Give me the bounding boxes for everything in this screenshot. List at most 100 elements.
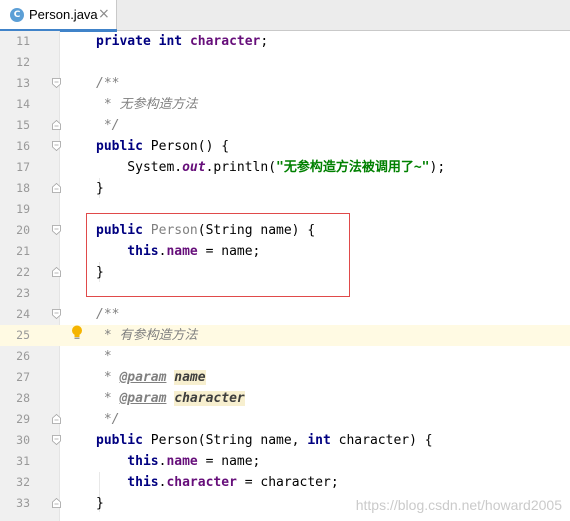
code-token: int [307, 433, 331, 448]
fold-marker-icon[interactable] [52, 498, 61, 508]
code-token: "无参构造方法被调用了~" [276, 160, 430, 175]
code-token: /** [96, 76, 120, 91]
code-token: * [96, 370, 120, 385]
line-number: 14 [16, 97, 30, 111]
code-line[interactable]: 27 * @param name [0, 367, 570, 388]
fold-marker-icon[interactable] [52, 309, 61, 319]
code-token: character [166, 475, 237, 490]
code-token: this [96, 454, 159, 469]
code-token: } [96, 496, 104, 511]
fold-marker-icon[interactable] [52, 183, 61, 193]
line-number: 12 [16, 55, 30, 69]
line-number: 18 [16, 181, 30, 195]
line-number: 33 [16, 496, 30, 510]
code-text: */ [96, 115, 120, 136]
code-text: this.name = name; [96, 451, 260, 472]
java-class-icon: C [10, 8, 24, 22]
line-number: 25 [0, 325, 30, 346]
line-number: 30 [16, 433, 30, 447]
fold-marker-icon[interactable] [52, 225, 61, 235]
line-number: 20 [16, 223, 30, 237]
code-token: Person() { [142, 139, 230, 154]
code-token: .println( [205, 160, 277, 175]
tab-title: Person.java [29, 7, 98, 22]
line-number: 13 [16, 76, 30, 90]
code-line[interactable]: 13 /** [0, 73, 570, 94]
line-number: 15 [16, 118, 30, 132]
code-line[interactable]: 24 /** [0, 304, 570, 325]
code-text: /** [96, 73, 119, 94]
code-token: this [96, 475, 159, 490]
watermark: https://blog.csdn.net/howard2005 [355, 497, 562, 513]
code-text: System.out.println("无参构造方法被调用了~"); [96, 157, 445, 178]
code-token: out [182, 160, 206, 175]
code-token: @param [119, 370, 167, 385]
line-number: 16 [16, 139, 30, 153]
code-token: * 无参构造方法 [96, 97, 198, 112]
code-token: public [96, 139, 143, 154]
line-number: 21 [16, 244, 30, 258]
code-line[interactable]: 18} [0, 178, 570, 199]
code-line[interactable]: 28 * @param character [0, 388, 570, 409]
tab-person-java[interactable]: C Person.java × [0, 0, 117, 32]
code-line[interactable]: 12 [0, 52, 570, 73]
lightbulb-icon[interactable] [71, 325, 83, 340]
code-token: character) { [330, 433, 433, 448]
close-icon[interactable]: × [98, 6, 110, 22]
code-line[interactable]: 30 public Person(String name, int charact… [0, 430, 570, 451]
code-token: int [158, 34, 183, 49]
code-line[interactable]: 11 private int character; [0, 31, 570, 52]
code-line[interactable]: 14 * 无参构造方法 [0, 94, 570, 115]
code-token: name [174, 370, 206, 385]
fold-marker-icon[interactable] [52, 78, 61, 88]
line-number: 31 [16, 454, 30, 468]
fold-marker-icon[interactable] [52, 435, 61, 445]
line-number: 22 [16, 265, 30, 279]
code-token: name [166, 454, 198, 469]
code-token: /** [96, 307, 120, 322]
line-number: 24 [16, 307, 30, 321]
code-token: * [96, 349, 112, 364]
highlight-box [86, 213, 350, 297]
fold-marker-icon[interactable] [52, 267, 61, 277]
line-number: 17 [16, 160, 30, 174]
line-number: 26 [16, 349, 30, 363]
code-token: = character; [236, 475, 339, 490]
code-token: */ [96, 412, 120, 427]
code-line[interactable]: 16 public Person() { [0, 136, 570, 157]
editor-tab-bar: C Person.java × [0, 0, 570, 32]
line-number: 19 [16, 202, 30, 216]
code-token: public [96, 433, 143, 448]
fold-marker-icon[interactable] [52, 120, 61, 130]
code-line[interactable]: 25 * 有参构造方法 [0, 325, 570, 346]
code-text: this.character = character; [96, 472, 339, 493]
fold-marker-icon[interactable] [52, 141, 61, 151]
line-number: 11 [16, 34, 30, 48]
code-line[interactable]: 32 this.character = character; [0, 472, 570, 493]
line-number: 23 [16, 286, 30, 300]
code-text: */ [96, 409, 120, 430]
code-text: } [96, 178, 104, 199]
code-text: public Person(String name, int character… [96, 430, 433, 451]
line-number: 27 [16, 370, 30, 384]
line-number: 29 [16, 412, 30, 426]
code-line[interactable]: 26 * [0, 346, 570, 367]
code-text: private int character; [96, 31, 268, 52]
code-text: * [96, 346, 112, 367]
code-token: character [189, 34, 261, 49]
code-line[interactable]: 29 */ [0, 409, 570, 430]
line-number: 32 [16, 475, 30, 489]
code-token: } [96, 181, 104, 196]
code-line[interactable]: 15 */ [0, 115, 570, 136]
code-line[interactable]: 17 System.out.println("无参构造方法被调用了~"); [0, 157, 570, 178]
code-token: = name; [197, 454, 261, 469]
code-token: character [174, 391, 245, 406]
code-token: ); [429, 160, 446, 175]
code-line[interactable]: 31 this.name = name; [0, 451, 570, 472]
code-token: * [96, 391, 120, 406]
fold-marker-icon[interactable] [52, 414, 61, 424]
code-text: * @param name [96, 367, 206, 388]
code-token: */ [96, 118, 120, 133]
